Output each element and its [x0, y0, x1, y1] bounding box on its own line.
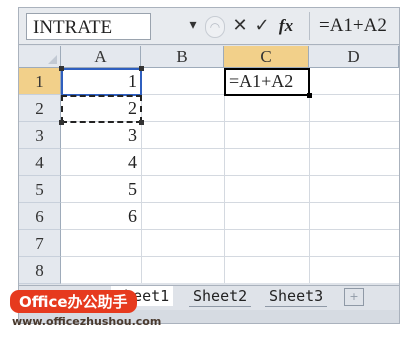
worksheet-grid[interactable]: A B C D 1 2 3 4 5 6 7 8 1 2 3 4 5 6 =A1+… [19, 46, 399, 284]
cell-a5[interactable]: 5 [61, 176, 141, 203]
column-header-c[interactable]: C [224, 46, 309, 68]
insert-function-icon[interactable]: fx [275, 14, 297, 38]
tab-sheet3[interactable]: Sheet3 [265, 286, 328, 307]
excel-window: INTRATE ▾ ◠ ✕ ✓ fx =A1+A2 A B C D 1 2 3 … [18, 7, 400, 324]
cell-a3[interactable]: 3 [61, 122, 141, 149]
row-header-7[interactable]: 7 [19, 230, 61, 257]
row-header-1[interactable]: 1 [19, 68, 61, 95]
formula-bar: INTRATE ▾ ◠ ✕ ✓ fx =A1+A2 [19, 8, 399, 45]
formula-separator [309, 12, 310, 40]
select-all-corner[interactable] [19, 46, 61, 68]
range-handle[interactable] [59, 120, 64, 125]
name-box-dropdown-icon[interactable]: ▾ [182, 11, 204, 41]
function-arrow-icon: ◠ [205, 16, 225, 38]
watermark-url: www.officezhushou.com [12, 315, 162, 328]
column-header-a[interactable]: A [61, 46, 141, 68]
row-header-5[interactable]: 5 [19, 176, 61, 203]
name-box[interactable]: INTRATE [26, 13, 151, 40]
reference-a1-highlight [61, 68, 142, 96]
column-header-d[interactable]: D [309, 46, 399, 68]
row-header-6[interactable]: 6 [19, 203, 61, 230]
tab-sheet2[interactable]: Sheet2 [189, 286, 252, 307]
row-header-4[interactable]: 4 [19, 149, 61, 176]
row-header-3[interactable]: 3 [19, 122, 61, 149]
range-handle[interactable] [139, 120, 144, 125]
cell-c1-editing[interactable]: =A1+A2 [224, 68, 312, 98]
formula-input[interactable]: =A1+A2 [319, 12, 387, 40]
range-handle[interactable] [59, 66, 64, 71]
row-header-8[interactable]: 8 [19, 257, 61, 284]
row-header-2[interactable]: 2 [19, 95, 61, 122]
enter-icon[interactable]: ✓ [251, 14, 273, 38]
gridline [61, 256, 399, 257]
cell-a6[interactable]: 6 [61, 203, 141, 230]
range-handle[interactable] [139, 66, 144, 71]
insert-sheet-icon[interactable]: + [344, 288, 364, 306]
column-header-b[interactable]: B [141, 46, 224, 68]
reference-a2-marquee [61, 95, 142, 123]
cell-a4[interactable]: 4 [61, 149, 141, 176]
watermark-badge: Office办公助手 [10, 290, 137, 313]
cancel-icon[interactable]: ✕ [229, 14, 251, 38]
